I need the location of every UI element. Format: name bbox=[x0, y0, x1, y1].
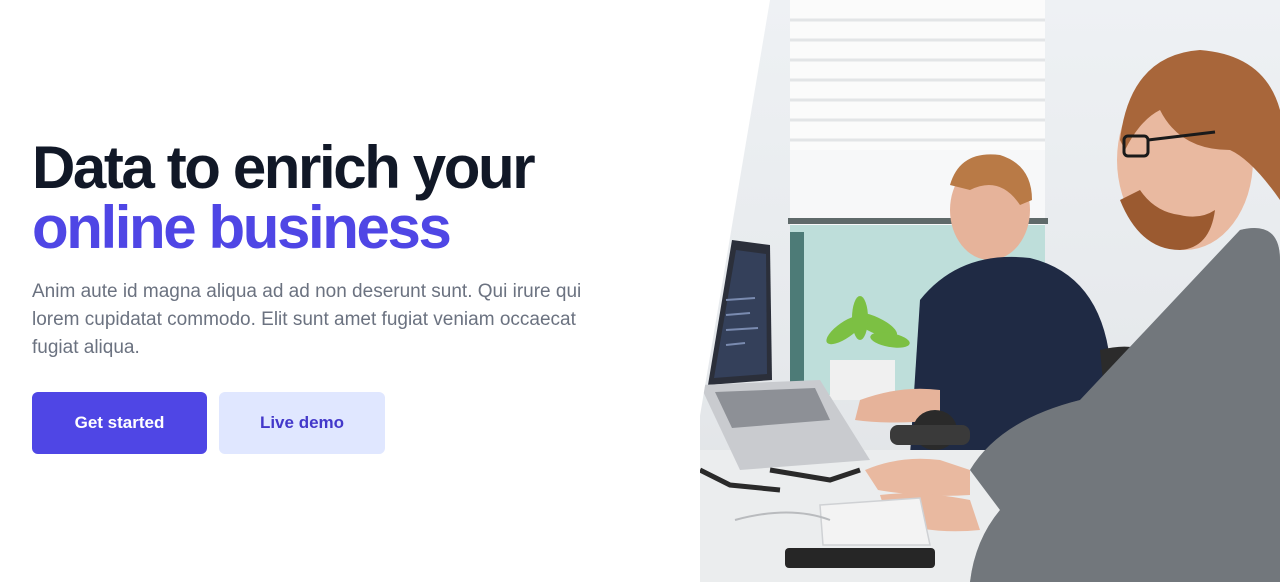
live-demo-button[interactable]: Live demo bbox=[219, 392, 385, 454]
hero-description: Anim aute id magna aliqua ad ad non dese… bbox=[32, 281, 582, 358]
hero-content: Data to enrich your online business Anim… bbox=[0, 0, 700, 582]
office-scene-illustration bbox=[672, 0, 1280, 582]
get-started-button[interactable]: Get started bbox=[32, 392, 207, 454]
headline-line-1: Data to enrich your bbox=[32, 134, 536, 201]
hero-photo bbox=[672, 0, 1280, 582]
hero-headline: Data to enrich your online business bbox=[32, 134, 536, 261]
headline-line-2-accent: online business bbox=[32, 194, 452, 261]
